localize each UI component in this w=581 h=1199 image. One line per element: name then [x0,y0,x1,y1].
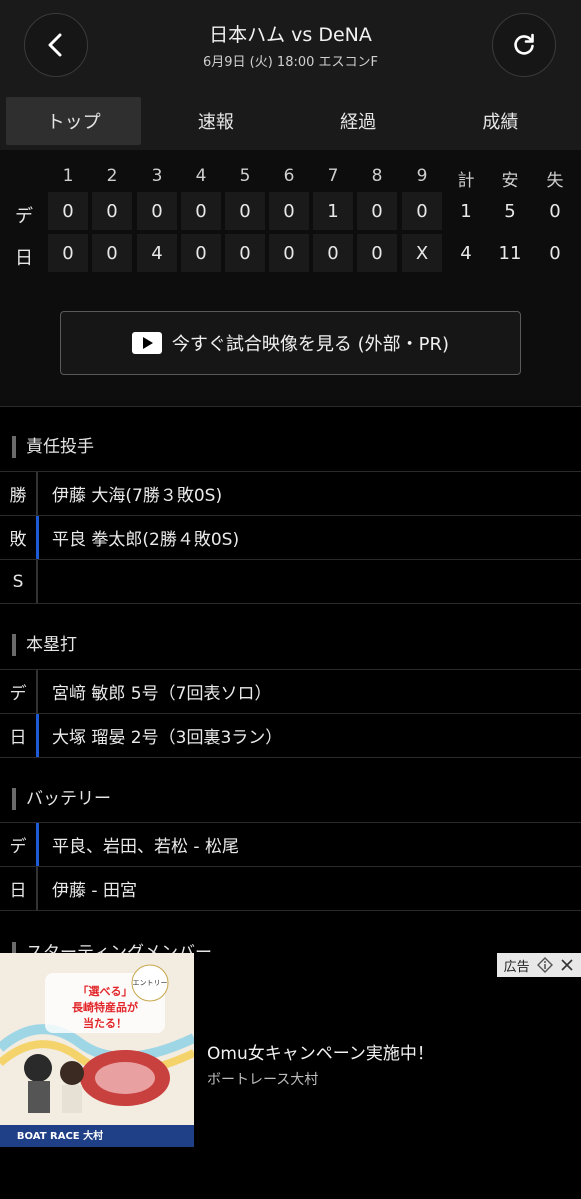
row-value [38,560,52,604]
tab-stats[interactable]: 成績 [433,97,568,145]
pitcher-row-save: S [0,559,581,604]
total-cell: 11 [498,242,522,264]
team-abbr: デ [15,206,33,227]
battery-section-title: バッテリー [12,788,111,810]
row-label: 日 [0,713,38,758]
row-value[interactable]: 宮﨑 敏郎 5号（7回表ソロ） [38,670,271,714]
battery-row: 日 伊藤 - 田宮 [0,866,581,911]
inning-header: 4 [195,166,207,186]
inning-header: 2 [106,166,118,186]
row-value[interactable]: 伊藤 大海(7勝３敗0S) [38,472,222,516]
inning-score-cell: 0 [181,234,221,272]
ad-logo-text: BOAT RACE 大村 [17,1129,103,1142]
ad-artwork: 「選べる」 長崎特産品が 当たる！ エントリー BOAT RACE 大村 [0,953,194,1147]
inning-score-cell: 0 [181,192,221,230]
row-value[interactable]: 平良、岩田、若松 - 松尾 [36,822,239,867]
ad-image[interactable]: 「選べる」 長崎特産品が 当たる！ エントリー BOAT RACE 大村 [0,953,194,1147]
tab-progress[interactable]: 経過 [291,97,426,145]
row-label: 日 [0,866,38,911]
inning-score-cell: 0 [269,192,309,230]
inning-score-cell: 0 [48,192,88,230]
team-abbr: 日 [15,248,33,269]
inning-score-cell: 0 [225,234,265,272]
total-header: 失 [546,171,564,191]
scoreboard: 123456789計安失 デ 日 00000010015000400000X41… [0,150,581,406]
battery-row: デ 平良、岩田、若松 - 松尾 [0,822,581,867]
app-header: 日本ハム vs DeNA 6月9日 (火) 18:00 エスコンF [0,0,581,92]
total-header: 安 [501,171,519,191]
inning-score-cell: 0 [225,192,265,230]
pitcher-row-loss: 敗 平良 拳太郎(2勝４敗0S) [0,515,581,560]
ad-title[interactable]: Omu女キャンペーン実施中！ [207,1039,434,1064]
inning-header: 1 [62,166,74,186]
homeruns-section-title: 本塁打 [12,634,77,656]
close-icon[interactable] [560,958,574,972]
inning-score-cell: 1 [313,192,353,230]
ad-entry-text: エントリー [133,979,168,987]
row-label: S [0,559,38,604]
total-header: 計 [457,171,475,191]
inning-score-cell: 0 [137,192,177,230]
pitcher-row-win: 勝 伊藤 大海(7勝３敗0S) [0,471,581,516]
row-value[interactable]: 大塚 瑠晏 2号（3回裏3ラン） [36,713,282,758]
inning-header: 6 [283,166,295,186]
tab-bar: トップ 速報 経過 成績 [0,92,581,150]
watch-video-label: 今すぐ試合映像を見る (外部・PR) [171,334,450,355]
ad-advertiser: ボートレース大村 [207,1072,319,1088]
ad-headline: 「選べる」 [78,984,133,998]
homerun-row: デ 宮﨑 敏郎 5号（7回表ソロ） [0,669,581,714]
total-cell: 5 [504,200,516,222]
ad-tag-label: 広告 [503,959,530,975]
inning-header: 5 [239,166,251,186]
row-label: 勝 [0,471,38,516]
total-cell: 4 [460,242,472,264]
inning-score-cell: 0 [402,192,442,230]
row-label: デ [0,822,38,867]
total-cell: 1 [460,200,472,222]
total-cell: 0 [549,200,561,222]
inning-score-cell: 0 [269,234,309,272]
inning-score-cell: 0 [357,192,397,230]
ad-banner[interactable]: 「選べる」 長崎特産品が 当たる！ エントリー BOAT RACE 大村 広告 … [0,953,581,1199]
row-label: デ [0,669,38,714]
inning-score-cell: 4 [137,234,177,272]
inning-score-cell: 0 [48,234,88,272]
inning-header: 8 [371,166,383,186]
homerun-row: 日 大塚 瑠晏 2号（3回裏3ラン） [0,713,581,758]
svg-text:長崎特産品が: 長崎特産品が [72,1000,138,1014]
pitchers-section-title: 責任投手 [12,436,94,458]
inning-header: 3 [151,166,163,186]
inning-header: 7 [327,166,339,186]
inning-score-cell: 0 [357,234,397,272]
info-icon[interactable] [537,957,553,973]
total-cell: 0 [549,242,561,264]
reload-icon [514,33,534,55]
svg-text:当たる！: 当たる！ [83,1016,127,1030]
inning-score-cell: X [402,234,442,272]
row-value[interactable]: 伊藤 - 田宮 [38,867,137,911]
ad-tag[interactable]: 広告 [497,953,581,977]
inning-header: 9 [416,166,428,186]
inning-score-cell: 0 [92,192,132,230]
tab-top[interactable]: トップ [6,97,142,145]
inning-score-cell: 0 [92,234,132,272]
reload-button[interactable] [492,13,556,77]
inning-score-cell: 0 [313,234,353,272]
watch-video-button[interactable]: 今すぐ試合映像を見る (外部・PR) [60,311,521,375]
play-icon [131,332,162,354]
row-label: 敗 [0,515,38,560]
row-value[interactable]: 平良 拳太郎(2勝４敗0S) [36,515,239,560]
tab-live[interactable]: 速報 [148,97,283,145]
